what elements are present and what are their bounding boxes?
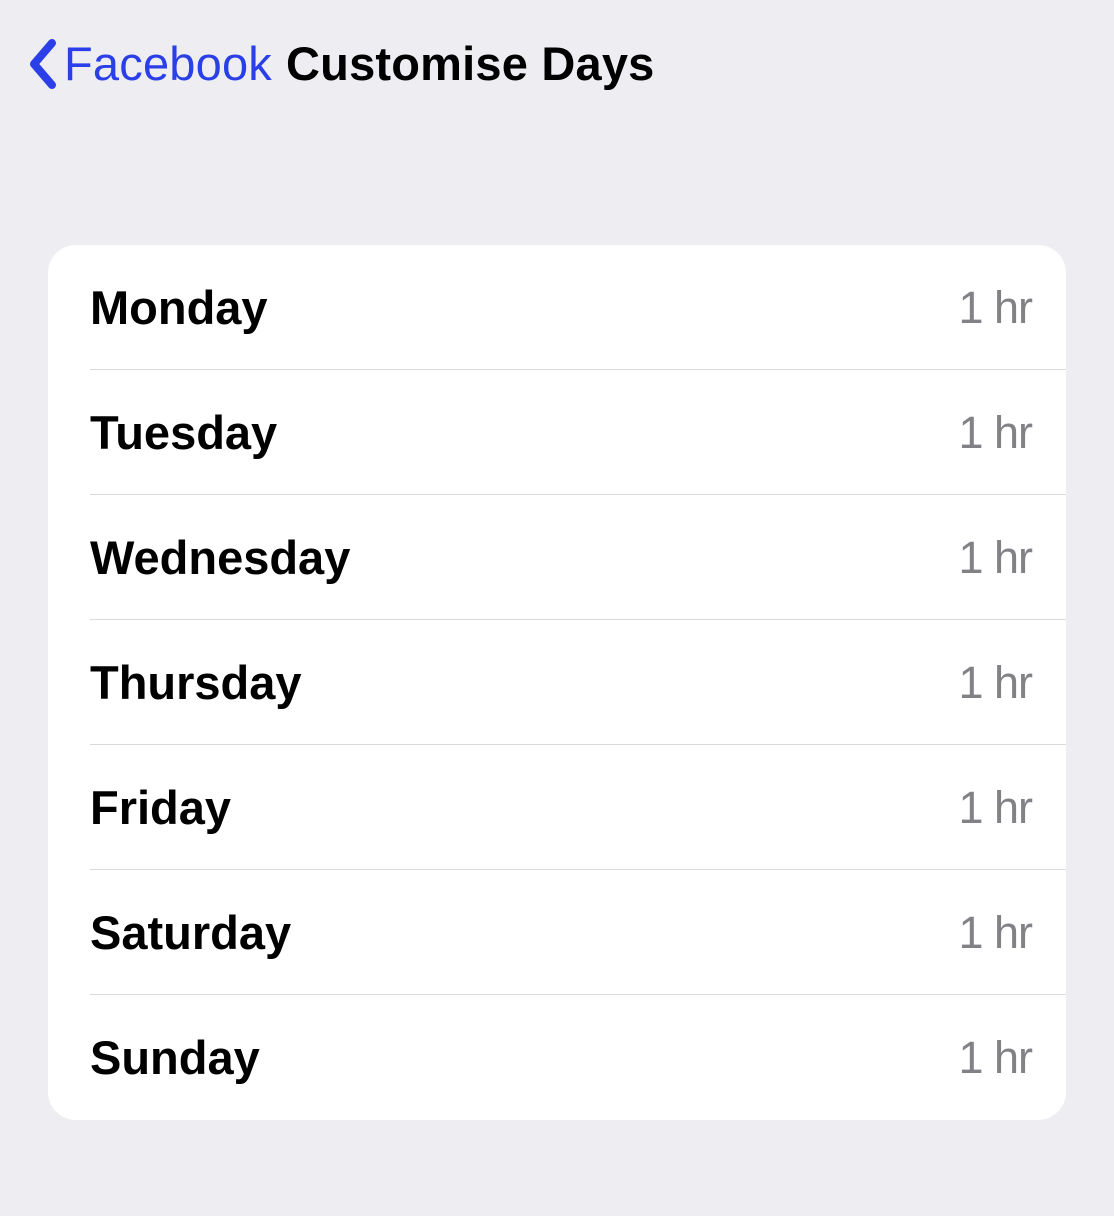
day-label: Friday	[90, 780, 231, 835]
back-label: Facebook	[64, 36, 272, 91]
day-value: 1 hr	[958, 282, 1032, 334]
day-label: Wednesday	[90, 530, 350, 585]
day-row-thursday[interactable]: Thursday 1 hr	[48, 620, 1066, 745]
day-row-friday[interactable]: Friday 1 hr	[48, 745, 1066, 870]
day-row-wednesday[interactable]: Wednesday 1 hr	[48, 495, 1066, 620]
day-label: Saturday	[90, 905, 291, 960]
day-label: Tuesday	[90, 405, 277, 460]
day-value: 1 hr	[958, 782, 1032, 834]
back-button[interactable]: Facebook	[28, 36, 272, 91]
day-row-monday[interactable]: Monday 1 hr	[48, 245, 1066, 370]
navigation-bar: Facebook Customise Days	[0, 0, 1114, 127]
day-value: 1 hr	[958, 657, 1032, 709]
day-value: 1 hr	[958, 407, 1032, 459]
day-row-sunday[interactable]: Sunday 1 hr	[48, 995, 1066, 1120]
day-value: 1 hr	[958, 1032, 1032, 1084]
chevron-left-icon	[28, 39, 58, 89]
day-row-tuesday[interactable]: Tuesday 1 hr	[48, 370, 1066, 495]
days-list: Monday 1 hr Tuesday 1 hr Wednesday 1 hr …	[48, 245, 1066, 1120]
day-value: 1 hr	[958, 532, 1032, 584]
day-value: 1 hr	[958, 907, 1032, 959]
day-label: Sunday	[90, 1030, 260, 1085]
day-label: Thursday	[90, 655, 302, 710]
page-title: Customise Days	[286, 36, 655, 91]
day-row-saturday[interactable]: Saturday 1 hr	[48, 870, 1066, 995]
day-label: Monday	[90, 280, 268, 335]
